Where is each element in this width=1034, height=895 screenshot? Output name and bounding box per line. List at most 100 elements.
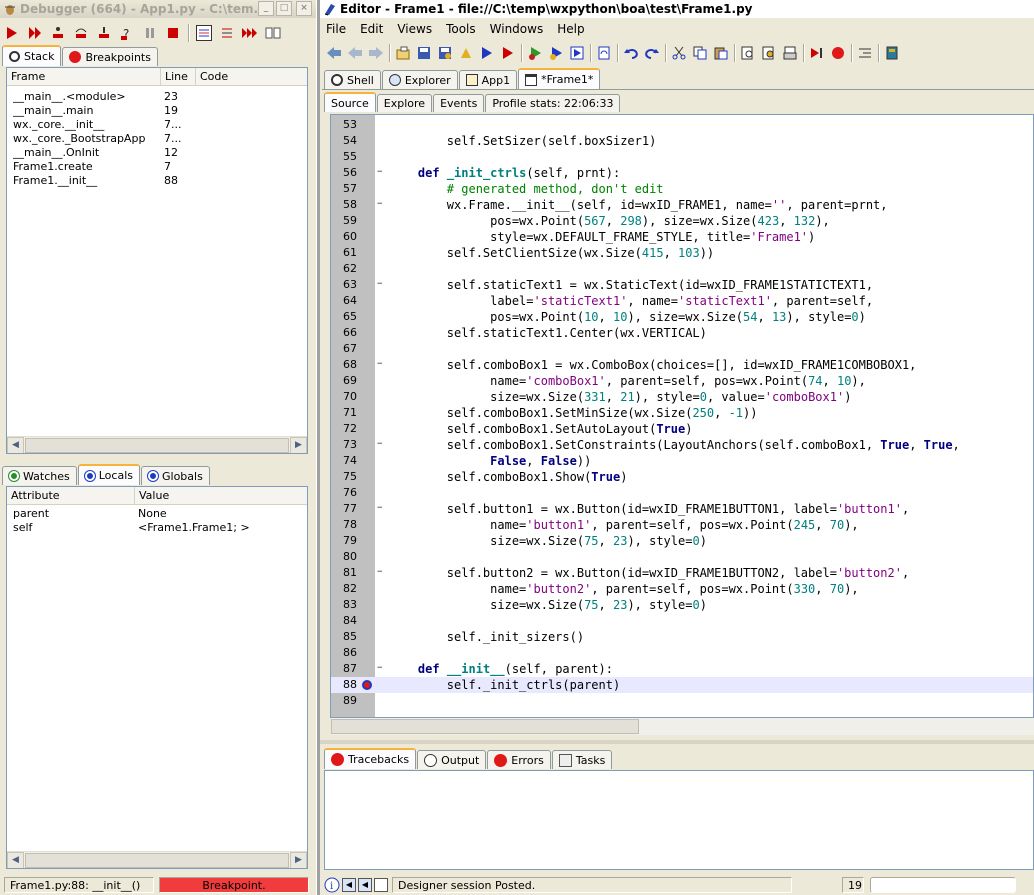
code-line[interactable]: 73 − self.comboBox1.SetConstraints(Layout…	[331, 437, 1033, 453]
run-module-icon[interactable]	[479, 45, 495, 61]
code-line[interactable]: 85 self._init_sizers()	[331, 629, 1033, 645]
code-line[interactable]: 87 − def __init__(self, parent):	[331, 661, 1033, 677]
code-line[interactable]: 61 self.SetClientSize(wx.Size(415, 103))	[331, 245, 1033, 261]
code-line[interactable]: 54 self.SetSizer(self.boxSizer1)	[331, 133, 1033, 149]
tab-breakpoints[interactable]: Breakpoints	[62, 47, 158, 66]
code-line[interactable]: 88 self._init_ctrls(parent)	[331, 677, 1033, 693]
back-disabled-icon[interactable]	[347, 45, 363, 61]
redo-icon[interactable]	[644, 45, 660, 61]
stack-row[interactable]: Frame1.__init__ 88	[7, 174, 307, 188]
profile-icon[interactable]	[569, 45, 585, 61]
file-tab-2[interactable]: App1	[458, 70, 518, 89]
column-header-value[interactable]: Value	[135, 487, 307, 505]
fold-toggle-icon[interactable]: −	[377, 360, 386, 369]
menu-views[interactable]: Views	[397, 22, 432, 36]
fold-toggle-icon[interactable]: −	[377, 568, 386, 577]
find-next-icon[interactable]	[761, 45, 777, 61]
step-over-icon[interactable]	[73, 25, 89, 41]
locals-list[interactable]: Attribute Value parent None self <Frame1.Fr…	[6, 486, 308, 869]
local-variable-row[interactable]: self <Frame1.Frame1; >	[7, 521, 307, 535]
code-line[interactable]: 79 size=wx.Size(75, 23), style=0)	[331, 533, 1033, 549]
step-in-icon[interactable]	[50, 25, 66, 41]
code-line[interactable]: 65 pos=wx.Point(10, 10), size=wx.Size(54…	[331, 309, 1033, 325]
code-line[interactable]: 53	[331, 117, 1033, 133]
local-variable-row[interactable]: parent None	[7, 507, 307, 521]
copy-icon[interactable]	[692, 45, 708, 61]
view-tab-3[interactable]: Profile stats: 22:06:33	[485, 94, 621, 112]
code-line[interactable]: 89	[331, 693, 1033, 709]
maximize-button[interactable]: □	[276, 1, 292, 16]
column-header-attribute[interactable]: Attribute	[7, 487, 135, 505]
status-next-icon[interactable]: ◀	[358, 878, 372, 892]
code-line[interactable]: 74 False, False))	[331, 453, 1033, 469]
toggle-breakpoint-icon[interactable]	[830, 45, 846, 61]
code-line[interactable]: 82 name='button2', parent=self, pos=wx.P…	[331, 581, 1033, 597]
code-line[interactable]: 75 self.comboBox1.Show(True)	[331, 469, 1033, 485]
scroll-left-arrow-icon[interactable]: ◀	[7, 437, 24, 453]
bottom-tab-tasks[interactable]: Tasks	[551, 750, 613, 769]
fold-toggle-icon[interactable]: −	[377, 440, 386, 449]
source-trace-icon[interactable]	[196, 25, 212, 41]
scroll-thumb[interactable]	[25, 438, 289, 453]
reload-icon[interactable]	[596, 45, 612, 61]
save-icon[interactable]	[416, 45, 432, 61]
menu-windows[interactable]: Windows	[490, 22, 544, 36]
compile-icon[interactable]	[527, 45, 543, 61]
fold-toggle-icon[interactable]: −	[377, 200, 386, 209]
back-icon[interactable]	[326, 45, 342, 61]
code-line[interactable]: 69 name='comboBox1', parent=self, pos=wx…	[331, 373, 1033, 389]
stack-row[interactable]: wx._core.__init__ 7...	[7, 118, 307, 132]
fold-toggle-icon[interactable]: −	[377, 504, 386, 513]
forward-icon[interactable]	[368, 45, 384, 61]
step-out-icon[interactable]	[96, 25, 112, 41]
open-icon[interactable]	[395, 45, 411, 61]
output-panel[interactable]	[324, 770, 1034, 870]
status-history-icon[interactable]	[374, 878, 388, 892]
view-tab-1[interactable]: Explore	[376, 94, 433, 112]
bottom-tab-errors[interactable]: Errors	[487, 750, 551, 769]
check-source-icon[interactable]	[548, 45, 564, 61]
code-line[interactable]: 59 pos=wx.Point(567, 298), size=wx.Size(…	[331, 213, 1033, 229]
code-line[interactable]: 71 self.comboBox1.SetMinSize(wx.Size(250…	[331, 405, 1033, 421]
scroll-right-arrow-icon[interactable]: ▶	[290, 852, 307, 868]
menu-help[interactable]: Help	[557, 22, 584, 36]
refresh-icon[interactable]	[458, 45, 474, 61]
scroll-thumb[interactable]	[331, 719, 639, 734]
code-line[interactable]: 57 # generated method, don't edit	[331, 181, 1033, 197]
print-icon[interactable]	[782, 45, 798, 61]
menu-tools[interactable]: Tools	[446, 22, 476, 36]
code-line[interactable]: 70 size=wx.Size(331, 21), style=0, value…	[331, 389, 1033, 405]
tab-watches[interactable]: Watches	[2, 466, 77, 485]
scroll-left-arrow-icon[interactable]: ◀	[7, 852, 24, 868]
code-line[interactable]: 76	[331, 485, 1033, 501]
pause-icon[interactable]	[142, 25, 158, 41]
code-line[interactable]: 58 − wx.Frame.__init__(self, id=wxID_FRAM…	[331, 197, 1033, 213]
code-line[interactable]: 60 style=wx.DEFAULT_FRAME_STYLE, title='…	[331, 229, 1033, 245]
code-line[interactable]: 67	[331, 341, 1033, 357]
scroll-right-arrow-icon[interactable]: ▶	[290, 437, 307, 453]
code-line[interactable]: 72 self.comboBox1.SetAutoLayout(True)	[331, 421, 1033, 437]
code-line[interactable]: 63 − self.staticText1 = wx.StaticText(id=…	[331, 277, 1033, 293]
stack-row[interactable]: __main__.<module> 23	[7, 90, 307, 104]
stack-row[interactable]: __main__.main 19	[7, 104, 307, 118]
stack-row[interactable]: __main__.OnInit 12	[7, 146, 307, 160]
tab-stack[interactable]: Stack	[2, 45, 62, 66]
fast-forward-icon[interactable]	[242, 25, 258, 41]
column-header-frame[interactable]: Frame	[7, 68, 161, 86]
editor-splitter[interactable]	[320, 740, 1034, 744]
file-tab-0[interactable]: Shell	[324, 70, 381, 89]
code-line[interactable]: 80	[331, 549, 1033, 565]
stack-row[interactable]: Frame1.create 7	[7, 160, 307, 174]
code-line[interactable]: 83 size=wx.Size(75, 23), style=0)	[331, 597, 1033, 613]
jump-icon[interactable]: ?	[119, 25, 135, 41]
run-icon[interactable]	[4, 25, 20, 41]
code-editor[interactable]: 53 54 self.SetSizer(self.boxSizer1) 55 56− …	[330, 114, 1034, 718]
debug-icon[interactable]	[500, 45, 516, 61]
file-tab-3[interactable]: *Frame1*	[518, 68, 601, 89]
cut-icon[interactable]	[671, 45, 687, 61]
paste-icon[interactable]	[713, 45, 729, 61]
breakpoint-marker-icon[interactable]	[362, 680, 372, 690]
code-line[interactable]: 81 − self.button2 = wx.Button(id=wxID_FRA…	[331, 565, 1033, 581]
undo-icon[interactable]	[623, 45, 639, 61]
scroll-thumb[interactable]	[25, 853, 289, 868]
